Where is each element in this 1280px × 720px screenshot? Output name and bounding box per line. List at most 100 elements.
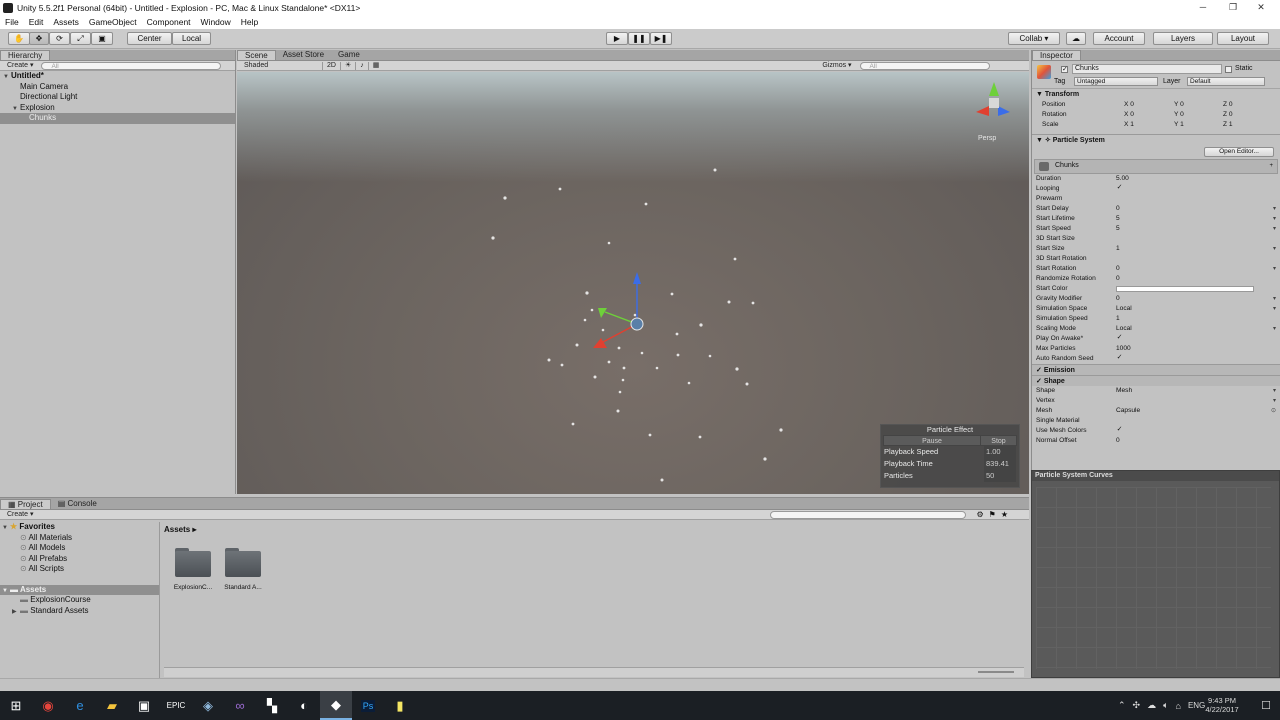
collab-button[interactable]: Collab ▾ xyxy=(1008,32,1060,45)
scene-viewport[interactable]: Persp Particle Effect Pause Stop Playbac… xyxy=(237,72,1029,494)
shape-module-header[interactable]: ✓ Shape xyxy=(1032,375,1280,386)
pause-button[interactable]: ❚❚ xyxy=(628,32,650,45)
hand-tool-icon[interactable]: ✋ xyxy=(8,32,30,45)
tray-cloud-icon[interactable]: ☁ xyxy=(1147,700,1156,711)
dropdown-arrow-icon[interactable]: ▾ xyxy=(1273,304,1276,314)
tab-asset-store[interactable]: Asset Store xyxy=(276,50,331,60)
favorite-all-materials[interactable]: ⊙ All Materials xyxy=(0,533,159,544)
cloud-icon[interactable]: ☁ xyxy=(1066,32,1086,45)
rotation-z-field[interactable]: 0 xyxy=(1229,111,1233,118)
transform-header[interactable]: ▼ Transform xyxy=(1032,89,1280,100)
tag-dropdown[interactable]: Untagged xyxy=(1074,77,1158,86)
static-checkbox[interactable] xyxy=(1225,66,1232,73)
windows-start-icon[interactable]: ⊞ xyxy=(0,691,32,720)
tray-chevron-icon[interactable]: ⌃ xyxy=(1118,700,1126,711)
scale-x-field[interactable]: 1 xyxy=(1130,121,1134,128)
pivot-center-button[interactable]: Center xyxy=(127,32,172,45)
ps-prop-value[interactable]: Local xyxy=(1116,304,1132,314)
filter-label-icon[interactable]: ⚑ xyxy=(989,510,996,519)
clock[interactable]: 9:43 PM 4/22/2017 xyxy=(1202,696,1242,714)
position-x-field[interactable]: 0 xyxy=(1130,101,1134,108)
step-button[interactable]: ▶❚ xyxy=(650,32,672,45)
ps-prop-value[interactable]: 5 xyxy=(1116,214,1120,224)
shape-prop-value[interactable]: Capsule xyxy=(1116,406,1140,416)
ps-prop-value[interactable]: 0 xyxy=(1116,264,1120,274)
effects-toggle-icon[interactable]: ▦ xyxy=(367,61,384,70)
ps-prop-value[interactable]: 1 xyxy=(1116,314,1120,324)
hierarchy-search-input[interactable]: All xyxy=(41,61,222,70)
tray-wifi-icon[interactable]: ⌂ xyxy=(1176,701,1181,711)
visual-studio-icon[interactable]: ∞ xyxy=(224,691,256,720)
gizmos-dropdown[interactable]: Gizmos ▾ xyxy=(818,62,855,70)
dropdown-arrow-icon[interactable]: ▾ xyxy=(1273,244,1276,254)
shape-prop-checkbox[interactable] xyxy=(1116,417,1123,424)
project-search-input[interactable] xyxy=(770,510,967,519)
hierarchy-item-chunks[interactable]: Chunks xyxy=(0,113,235,124)
hierarchy-item-directional-light[interactable]: Directional Light xyxy=(0,92,235,103)
folder-standard-assets[interactable]: ▶ ▬ Standard Assets xyxy=(0,606,159,617)
folder-explosioncourse[interactable]: ▬ ExplosionCourse xyxy=(0,595,159,606)
ps-prop-value[interactable]: 5 xyxy=(1116,224,1120,234)
shape-prop-checkbox[interactable]: ✓ xyxy=(1116,426,1123,434)
layout-dropdown[interactable]: Layout xyxy=(1217,32,1269,45)
pivot-local-button[interactable]: Local xyxy=(172,32,211,45)
chrome-icon[interactable]: ◉ xyxy=(32,691,64,720)
tab-console[interactable]: ▤ Console xyxy=(51,499,104,509)
ps-prop-value[interactable]: 1000 xyxy=(1116,344,1131,354)
menu-gameobject[interactable]: GameObject xyxy=(84,17,142,27)
account-dropdown[interactable]: Account xyxy=(1093,32,1145,45)
object-name-field[interactable]: Chunks xyxy=(1072,64,1222,74)
assets-root[interactable]: ▼ ▬ Assets xyxy=(0,584,159,595)
edge-icon[interactable]: e xyxy=(64,691,96,720)
favorite-star-icon[interactable]: ★ xyxy=(1001,510,1008,519)
rotation-y-field[interactable]: 0 xyxy=(1180,111,1184,118)
menu-assets[interactable]: Assets xyxy=(48,17,84,27)
tab-scene[interactable]: Scene xyxy=(237,50,276,60)
unity-editor-icon[interactable]: ◆ xyxy=(320,691,352,720)
project-create-button[interactable]: Create ▾ xyxy=(3,511,37,519)
2d-toggle[interactable]: 2D xyxy=(322,61,340,70)
rotation-x-field[interactable]: 0 xyxy=(1130,111,1134,118)
menu-file[interactable]: File xyxy=(0,17,24,27)
emission-module-header[interactable]: ✓ Emission xyxy=(1032,364,1280,375)
ps-prop-checkbox[interactable]: ✓ xyxy=(1116,354,1123,362)
dropdown-arrow-icon[interactable]: ▾ xyxy=(1273,386,1276,396)
menu-component[interactable]: Component xyxy=(142,17,196,27)
folder-icon[interactable] xyxy=(223,547,263,577)
ps-prop-value[interactable]: 1 xyxy=(1116,244,1120,254)
position-z-field[interactable]: 0 xyxy=(1229,101,1233,108)
ps-prop-checkbox[interactable] xyxy=(1116,235,1123,242)
dropdown-arrow-icon[interactable]: ▾ xyxy=(1273,324,1276,334)
dropdown-arrow-icon[interactable]: ▾ xyxy=(1273,204,1276,214)
favorite-all-scripts[interactable]: ⊙ All Scripts xyxy=(0,564,159,575)
grid-item-standard-assets[interactable]: Standard A... xyxy=(218,584,268,591)
position-y-field[interactable]: 0 xyxy=(1180,101,1184,108)
ps-prop-value[interactable]: 5.00 xyxy=(1116,174,1129,184)
rect-tool-icon[interactable]: ▣ xyxy=(91,32,113,45)
ps-prop-checkbox[interactable] xyxy=(1116,195,1123,202)
clapper-icon[interactable]: ▚ xyxy=(256,691,288,720)
dropdown-arrow-icon[interactable]: ▾ xyxy=(1273,294,1276,304)
filter-type-icon[interactable]: ⚙ xyxy=(976,510,983,519)
grid-item-explosioncourse[interactable]: ExplosionC... xyxy=(168,584,218,591)
menu-window[interactable]: Window xyxy=(196,17,236,27)
minimize-button[interactable]: ─ xyxy=(1188,0,1218,15)
dropdown-arrow-icon[interactable]: ▾ xyxy=(1273,264,1276,274)
hierarchy-item-explosion[interactable]: ▼ Explosion xyxy=(0,103,235,114)
file-explorer-icon[interactable]: ▰ xyxy=(96,691,128,720)
particle-pause-button[interactable]: Pause xyxy=(884,436,980,445)
restore-button[interactable]: ❐ xyxy=(1218,0,1248,15)
curves-grid[interactable] xyxy=(1036,487,1271,669)
layers-dropdown[interactable]: Layers xyxy=(1153,32,1213,45)
playback-speed-field[interactable]: 1.00 xyxy=(984,446,1016,458)
shading-mode-dropdown[interactable]: Shaded xyxy=(240,62,322,70)
favorite-all-models[interactable]: ⊙ All Models xyxy=(0,543,159,554)
notifications-icon[interactable]: ☐ xyxy=(1252,691,1280,720)
scene-root[interactable]: ▼ Untitled* xyxy=(0,71,235,82)
tab-game[interactable]: Game xyxy=(331,50,367,60)
dropdown-arrow-icon[interactable]: ▾ xyxy=(1273,224,1276,234)
scale-z-field[interactable]: 1 xyxy=(1229,121,1233,128)
steam-icon[interactable]: ◈ xyxy=(192,691,224,720)
audio-toggle-icon[interactable]: ♪ xyxy=(355,61,368,70)
dropdown-arrow-icon[interactable]: ▾ xyxy=(1273,214,1276,224)
